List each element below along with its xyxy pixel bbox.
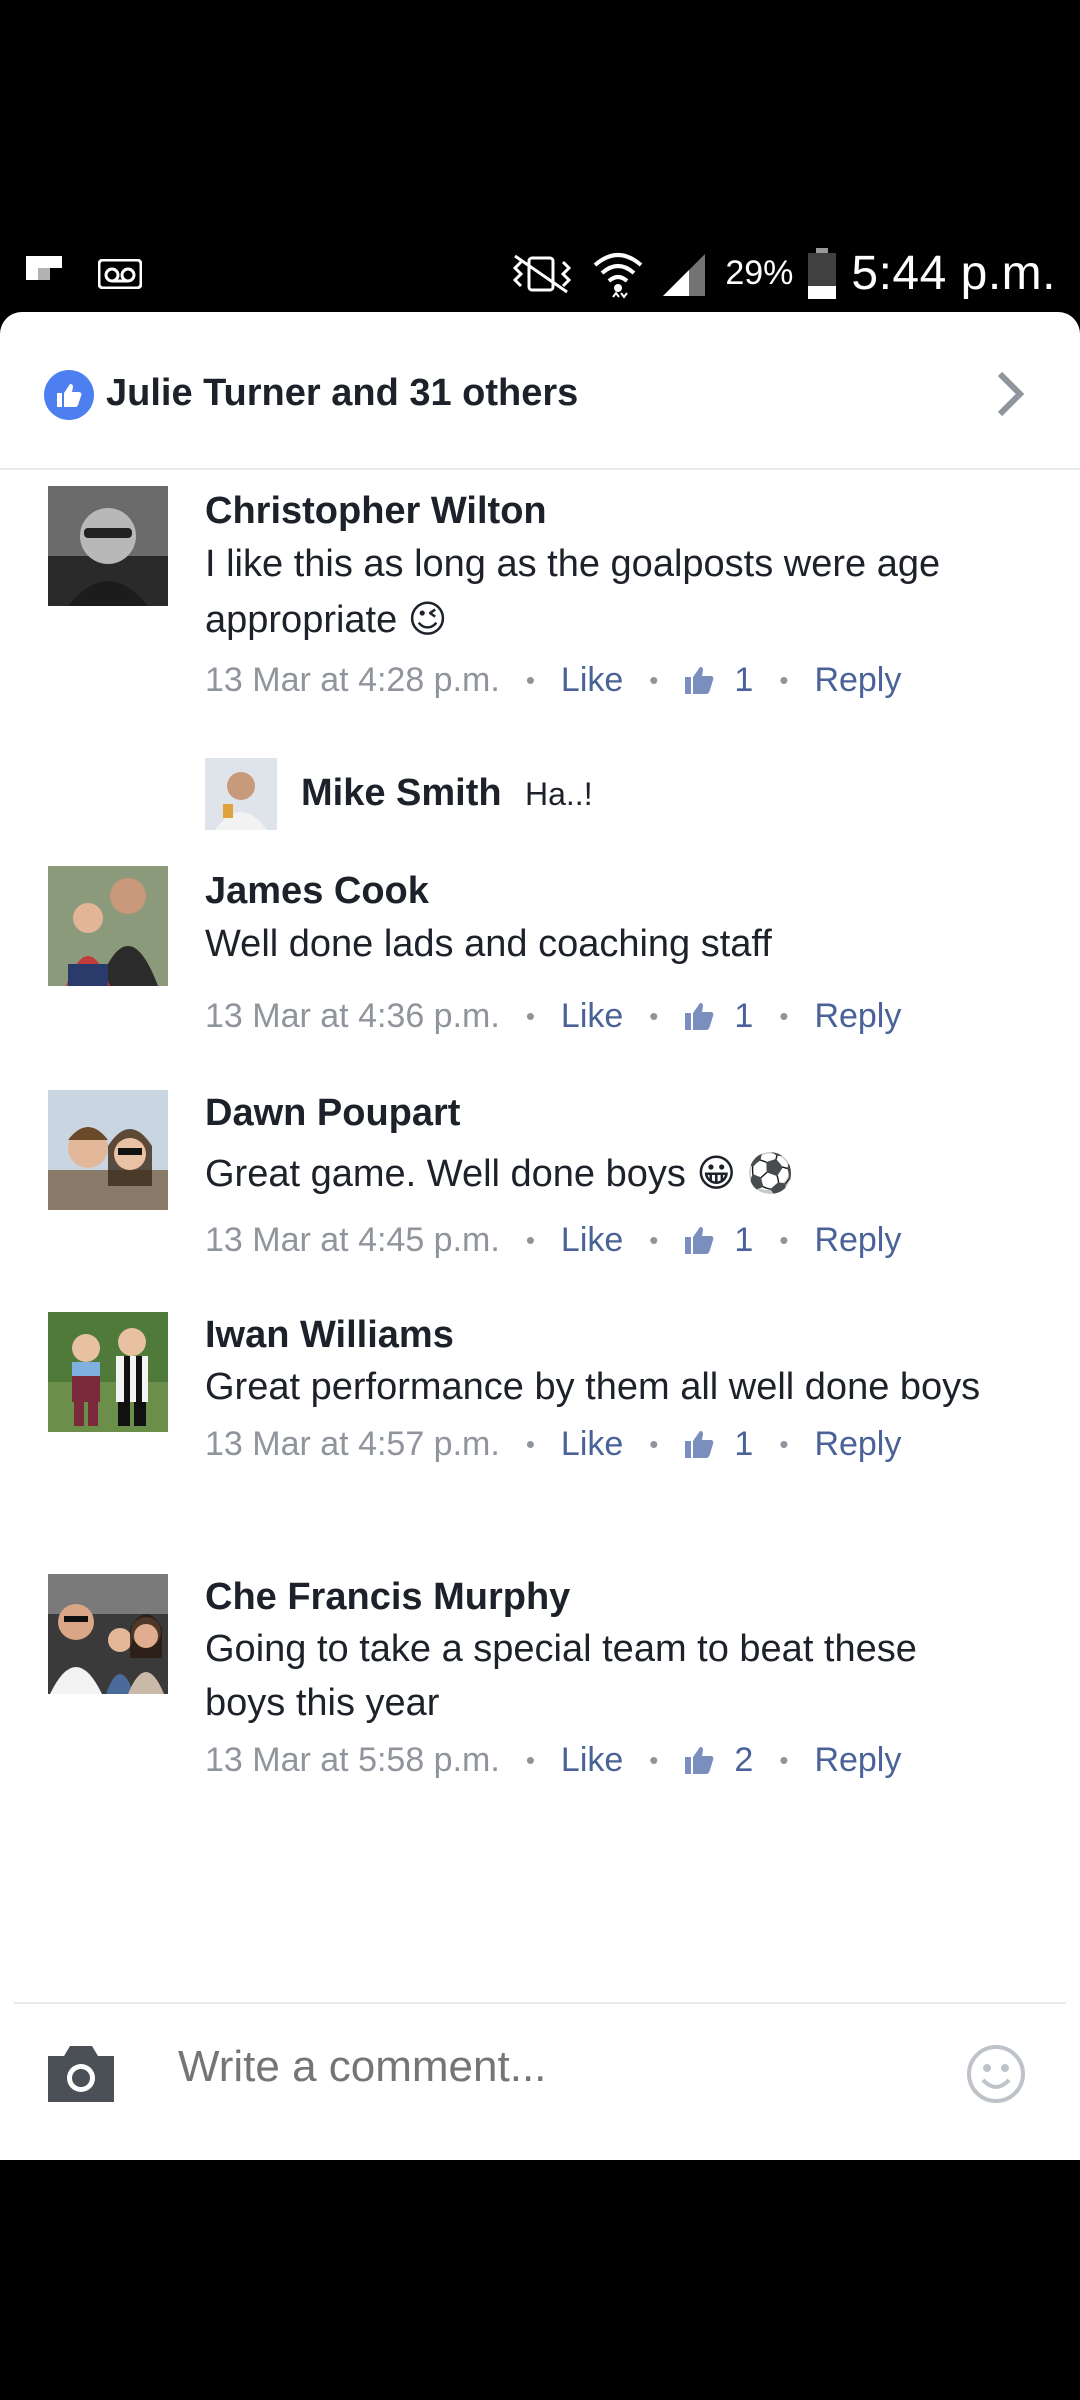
battery-icon [807,247,837,300]
comment-author[interactable]: Christopher Wilton [205,486,1040,536]
comment-text: Great game. Well done boys 😀 ⚽ [205,1153,794,1195]
reply-author[interactable]: Mike Smith [301,772,502,815]
vibrate-icon [507,252,577,296]
avatar[interactable] [48,866,168,986]
reply-button[interactable]: Reply [814,1741,901,1780]
thumbs-up-icon [684,1001,716,1031]
clock: 5:44 p.m. [851,247,1056,300]
like-button[interactable]: Like [561,1425,623,1464]
comment-author[interactable]: Iwan Williams [205,1310,1040,1360]
comment-author[interactable]: Dawn Poupart [205,1088,1040,1138]
reply-text: Ha..! [525,776,593,812]
comment-meta: 13 Mar at 4:28 p.m. • Like • 1 • Reply [205,660,902,700]
comment-meta: 13 Mar at 4:36 p.m. • Like • 1 • Reply [205,996,902,1036]
comments-sheet: Julie Turner and 31 others Christopher W… [0,312,1080,2160]
avatar[interactable] [48,486,168,606]
like-button[interactable]: Like [561,997,623,1036]
comment-text: Going to take a special team to beat the… [205,1628,917,1724]
thumbs-up-icon [684,1745,716,1775]
comment-input[interactable] [178,2042,878,2092]
like-count[interactable]: 1 [734,661,753,700]
avatar[interactable] [48,1574,168,1694]
reply-button[interactable]: Reply [814,997,901,1036]
reply-button[interactable]: Reply [814,1221,901,1260]
like-count[interactable]: 1 [734,1221,753,1260]
thumbs-up-icon [684,1225,716,1255]
chevron-right-icon[interactable] [990,366,1030,422]
battery-percent: 29% [725,254,794,292]
comment-meta: 13 Mar at 4:57 p.m. • Like • 1 • Reply [205,1424,902,1464]
comment-composer [14,2002,1066,2160]
comment-text: I like this as long as the goalposts wer… [205,543,941,641]
comment-timestamp: 13 Mar at 4:36 p.m. [205,996,500,1035]
wifi-icon [591,249,645,299]
reply-button[interactable]: Reply [814,661,901,700]
signal-icon [659,250,707,298]
like-button[interactable]: Like [561,1741,623,1780]
flipboard-icon [24,254,64,294]
comment-timestamp: 13 Mar at 4:57 p.m. [205,1424,500,1463]
comment-meta: 13 Mar at 4:45 p.m. • Like • 1 • Reply [205,1220,902,1260]
like-button[interactable]: Like [561,661,623,700]
comment-text: Great performance by them all well done … [205,1366,981,1408]
reply-avatar [205,758,277,830]
like-count[interactable]: 2 [734,1741,753,1780]
voicemail-icon [98,259,142,289]
thumbs-up-icon [684,665,716,695]
smiley-icon[interactable] [966,2044,1026,2104]
like-button[interactable]: Like [561,1221,623,1260]
reply-button[interactable]: Reply [814,1425,901,1464]
likes-summary-text: Julie Turner and 31 others [106,372,579,414]
comment-timestamp: 13 Mar at 4:45 p.m. [205,1220,500,1259]
status-bar: 29% 5:44 p.m. [0,240,1080,312]
likes-summary[interactable]: Julie Turner and 31 others [0,312,1080,470]
camera-icon[interactable] [44,2042,118,2106]
comment-meta: 13 Mar at 5:58 p.m. • Like • 2 • Reply [205,1740,902,1780]
avatar[interactable] [48,1312,168,1432]
comment-text: Well done lads and coaching staff [205,923,772,965]
comment-author[interactable]: James Cook [205,866,1040,916]
reply-preview[interactable]: Mike Smith Ha..! [205,758,1005,832]
comment-timestamp: 13 Mar at 4:28 p.m. [205,660,500,699]
comment-author[interactable]: Che Francis Murphy [205,1572,1040,1622]
like-count[interactable]: 1 [734,1425,753,1464]
avatar[interactable] [48,1090,168,1210]
like-count[interactable]: 1 [734,997,753,1036]
like-badge-icon [44,370,94,420]
thumbs-up-icon [684,1429,716,1459]
comment-timestamp: 13 Mar at 5:58 p.m. [205,1740,500,1779]
